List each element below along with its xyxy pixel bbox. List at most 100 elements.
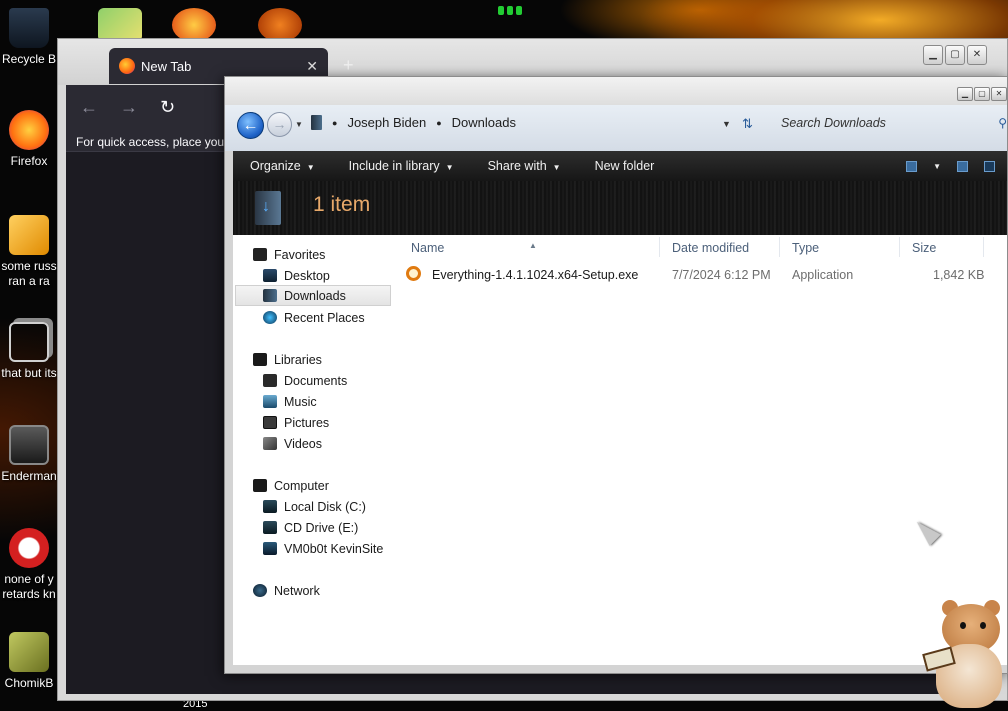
- desktop-top-icon-3[interactable]: [258, 8, 302, 42]
- nav-computer[interactable]: Computer: [253, 475, 329, 496]
- desktop-icon-label: Enderman: [1, 469, 57, 483]
- column-date-modified[interactable]: Date modified: [672, 241, 749, 255]
- desktop-icon-some-russ[interactable]: some russ ran a ra: [0, 215, 58, 289]
- breadcrumb-separator-icon[interactable]: ●: [436, 118, 441, 128]
- downloads-icon: [263, 289, 277, 302]
- organize-menu[interactable]: Organize ▼: [233, 159, 332, 173]
- forward-button[interactable]: →: [120, 97, 138, 118]
- table-row[interactable]: Everything-1.4.1.1024.x64-Setup.exe 7/7/…: [403, 265, 1007, 285]
- nav-videos-label: Videos: [284, 436, 322, 451]
- desktop-icon-enderman[interactable]: Enderman: [0, 425, 58, 484]
- network-drive-icon: [263, 542, 277, 555]
- nav-cd-drive[interactable]: CD Drive (E:): [263, 517, 358, 538]
- chevron-down-icon: ▼: [445, 163, 454, 172]
- computer-icon: [253, 479, 267, 492]
- column-divider[interactable]: [779, 237, 780, 257]
- column-divider[interactable]: [899, 237, 900, 257]
- breadcrumb-user[interactable]: Joseph Biden: [347, 115, 426, 130]
- explorer-body: Favorites Desktop Downloads Recent Place…: [233, 235, 1007, 665]
- orange-document-icon: [9, 215, 49, 255]
- hamster-photo-icon: [9, 632, 49, 672]
- change-view-icon[interactable]: [906, 160, 918, 172]
- nav-documents[interactable]: Documents: [263, 370, 347, 391]
- back-arrow-icon[interactable]: ←: [237, 112, 264, 139]
- refresh-icon[interactable]: ⇅: [742, 116, 753, 132]
- documents-icon: [263, 374, 277, 387]
- desktop-icon-label: none of y: [4, 572, 54, 586]
- music-icon: [263, 395, 277, 408]
- nav-favorites[interactable]: Favorites: [253, 244, 325, 265]
- nav-cd-drive-label: CD Drive (E:): [284, 520, 359, 535]
- nav-network[interactable]: Network: [253, 580, 320, 601]
- share-with-menu[interactable]: Share with ▼: [471, 159, 578, 173]
- nav-music[interactable]: Music: [263, 391, 317, 412]
- explorer-titlebar[interactable]: ▁ ▢ ✕: [225, 77, 1007, 105]
- minimize-button[interactable]: ▁: [923, 45, 943, 65]
- nav-recent-places-label: Recent Places: [284, 310, 365, 325]
- downloads-folder-icon: [311, 115, 322, 130]
- address-dropdown-icon[interactable]: ▼: [722, 119, 731, 129]
- organize-label: Organize: [250, 159, 301, 173]
- explorer-maximize-button[interactable]: ▢: [974, 87, 990, 101]
- green-indicator-icon: [498, 6, 522, 15]
- search-placeholder: Search Downloads: [781, 116, 886, 130]
- desktop-top-icon-1[interactable]: [98, 8, 142, 42]
- breadcrumb[interactable]: ● Joseph Biden ● Downloads: [311, 115, 516, 130]
- command-bar: Organize ▼ Include in library ▼ Share with…: [233, 151, 1007, 181]
- nav-videos[interactable]: Videos: [263, 433, 322, 454]
- column-size[interactable]: Size: [912, 241, 936, 255]
- help-icon[interactable]: [984, 160, 995, 172]
- reload-button[interactable]: ↻: [160, 97, 175, 118]
- nav-libraries[interactable]: Libraries: [253, 349, 322, 370]
- explorer-window[interactable]: ▁ ▢ ✕ ← → ▼ ● Joseph Biden ● Downloads ▼…: [224, 76, 1008, 674]
- nav-pictures[interactable]: Pictures: [263, 412, 329, 433]
- desktop-icon-that-but-its[interactable]: that but its: [0, 322, 58, 381]
- column-divider[interactable]: [659, 237, 660, 257]
- view-controls: ▼: [906, 160, 1007, 172]
- desktop-top-icon-2[interactable]: [172, 8, 216, 42]
- share-with-label: Share with: [487, 159, 547, 173]
- search-input[interactable]: Search Downloads ⚲: [775, 110, 1008, 136]
- column-divider[interactable]: [983, 237, 984, 257]
- column-headers: ▲ Name Date modified Type Size: [403, 235, 1007, 259]
- column-type[interactable]: Type: [792, 241, 819, 255]
- desktop-icon-label: ChomikB: [4, 676, 54, 690]
- preview-pane-icon[interactable]: [957, 160, 968, 172]
- explorer-minimize-button[interactable]: ▁: [957, 87, 973, 101]
- nav-network-drive[interactable]: VM0b0t KevinSite: [263, 538, 383, 559]
- include-in-library-menu[interactable]: Include in library ▼: [332, 159, 471, 173]
- recent-pages-dropdown-icon[interactable]: ▼: [295, 120, 303, 129]
- breadcrumb-separator-icon[interactable]: ●: [332, 118, 337, 128]
- breadcrumb-downloads[interactable]: Downloads: [452, 115, 516, 130]
- view-options-dropdown-icon[interactable]: ▼: [933, 162, 941, 171]
- tab-title: New Tab: [141, 58, 192, 74]
- cd-drive-icon: [263, 521, 277, 534]
- new-folder-button[interactable]: New folder: [578, 159, 672, 173]
- desktop-icon-firefox[interactable]: Firefox: [0, 110, 58, 169]
- window-controls: ▁ ▢ ✕: [923, 45, 987, 65]
- recent-places-icon: [263, 311, 277, 324]
- maximize-button[interactable]: ▢: [945, 45, 965, 65]
- new-tab-button[interactable]: +: [343, 55, 354, 76]
- stacked-window-icon: [9, 322, 49, 362]
- downloads-folder-large-icon: [255, 191, 281, 225]
- tab-close-icon[interactable]: ✕: [306, 58, 318, 75]
- nav-local-disk-label: Local Disk (C:): [284, 499, 366, 514]
- nav-downloads[interactable]: Downloads: [235, 285, 391, 306]
- nav-desktop[interactable]: Desktop: [263, 265, 330, 286]
- file-name[interactable]: Everything-1.4.1.1024.x64-Setup.exe: [432, 268, 638, 282]
- explorer-close-button[interactable]: ✕: [991, 87, 1007, 101]
- nav-local-disk[interactable]: Local Disk (C:): [263, 496, 366, 517]
- desktop-icon-recycle-bin[interactable]: Recycle B: [0, 8, 58, 67]
- nav-recent-places[interactable]: Recent Places: [263, 307, 365, 328]
- desktop-icon-none-of-y[interactable]: none of y retards kn: [0, 528, 58, 602]
- favorites-star-icon: [253, 248, 267, 261]
- column-name[interactable]: Name: [411, 241, 444, 255]
- desktop-icon-label: some russ: [1, 259, 57, 273]
- forward-arrow-icon[interactable]: →: [267, 112, 292, 137]
- desktop-icon-chomik[interactable]: ChomikB: [0, 632, 58, 691]
- back-button[interactable]: ←: [80, 97, 98, 118]
- search-icon[interactable]: ⚲: [998, 116, 1007, 130]
- close-button[interactable]: ✕: [967, 45, 987, 65]
- file-list[interactable]: ▲ Name Date modified Type Size Everythin…: [403, 235, 1007, 665]
